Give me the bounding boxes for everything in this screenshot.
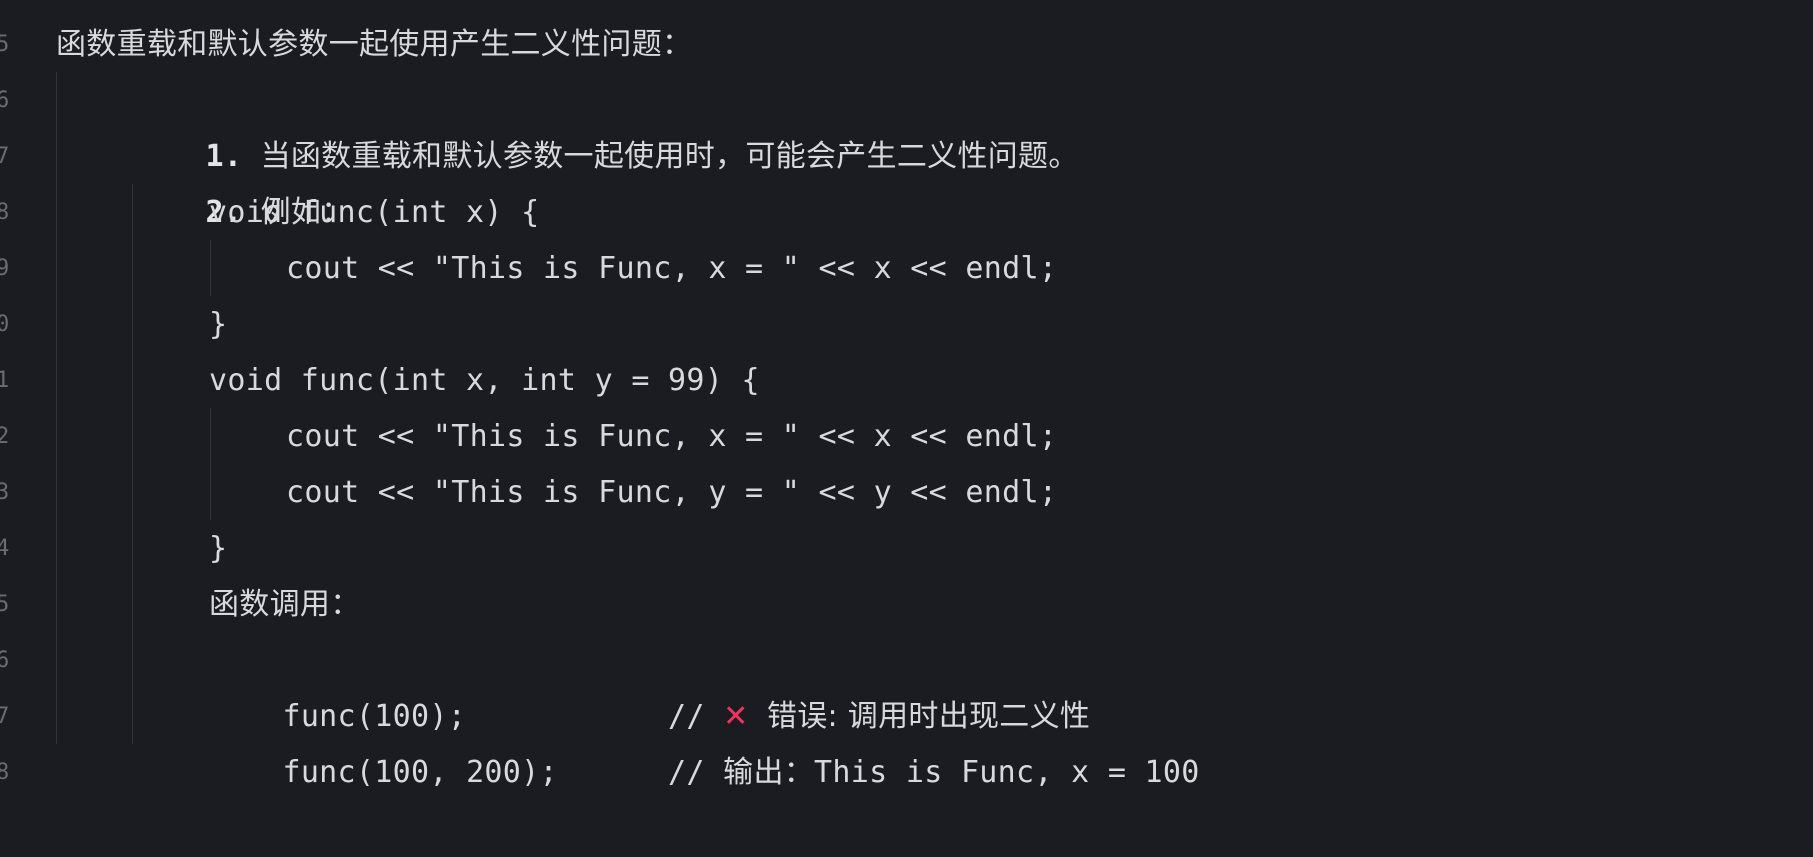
line-number: 3 bbox=[0, 480, 10, 505]
line-number: 9 bbox=[0, 256, 10, 281]
line-number-gutter: 5 6 7 8 9 0 1 2 3 4 5 6 7 8 bbox=[0, 0, 20, 822]
line-number: 7 bbox=[0, 704, 10, 729]
code-line-call1[interactable]: func(100); // ✕ 错误: 调用时出现二义性 bbox=[209, 633, 1090, 734]
line-number: 0 bbox=[0, 312, 10, 337]
code-line[interactable]: cout << "This is Func, x = " << x << end… bbox=[286, 409, 1057, 465]
line-number: 6 bbox=[0, 88, 10, 113]
call2-comment-output: This is Func, x = 100 bbox=[814, 755, 1200, 790]
indent-guide bbox=[210, 240, 211, 296]
list-item[interactable]: 1. 当函数重载和默认参数一起使用时，可能会产生二义性问题。 bbox=[132, 73, 1079, 174]
call2-comment-label: 输出： bbox=[723, 755, 815, 790]
code-line[interactable]: } bbox=[209, 521, 227, 577]
code-line[interactable]: void func(int x) { bbox=[209, 185, 540, 241]
line-number: 8 bbox=[0, 200, 10, 225]
line-number: 1 bbox=[0, 368, 10, 393]
line-number: 4 bbox=[0, 536, 10, 561]
code-line[interactable]: void func(int x, int y = 99) { bbox=[209, 353, 760, 409]
call2-code: func(100, 200); // bbox=[282, 755, 724, 790]
list-item-text: 当函数重载和默认参数一起使用时，可能会产生二义性问题。 bbox=[260, 139, 1079, 174]
line-number: 6 bbox=[0, 648, 10, 673]
editor-area[interactable]: 5 6 7 8 9 0 1 2 3 4 5 6 7 8 函数重载和默认参数一起使… bbox=[0, 0, 1813, 822]
code-line[interactable]: } bbox=[209, 297, 227, 353]
list-item[interactable]: 2. 例如： bbox=[132, 129, 351, 230]
code-line-call2[interactable]: func(100, 200); // 输出：This is Func, x = … bbox=[209, 689, 1200, 790]
code-line[interactable]: cout << "This is Func, x = " << x << end… bbox=[286, 241, 1057, 297]
indent-guide bbox=[210, 408, 211, 520]
line-number: 2 bbox=[0, 424, 10, 449]
line-number: 5 bbox=[0, 592, 10, 617]
heading-line[interactable]: 函数重载和默认参数一起使用产生二义性问题： bbox=[56, 17, 692, 73]
call-label-line[interactable]: 函数调用： bbox=[209, 577, 361, 633]
line-number: 8 bbox=[0, 760, 10, 785]
code-line[interactable]: cout << "This is Func, y = " << y << end… bbox=[286, 465, 1057, 521]
line-number: 5 bbox=[0, 32, 10, 57]
line-number: 7 bbox=[0, 144, 10, 169]
indent-guide bbox=[56, 72, 57, 744]
